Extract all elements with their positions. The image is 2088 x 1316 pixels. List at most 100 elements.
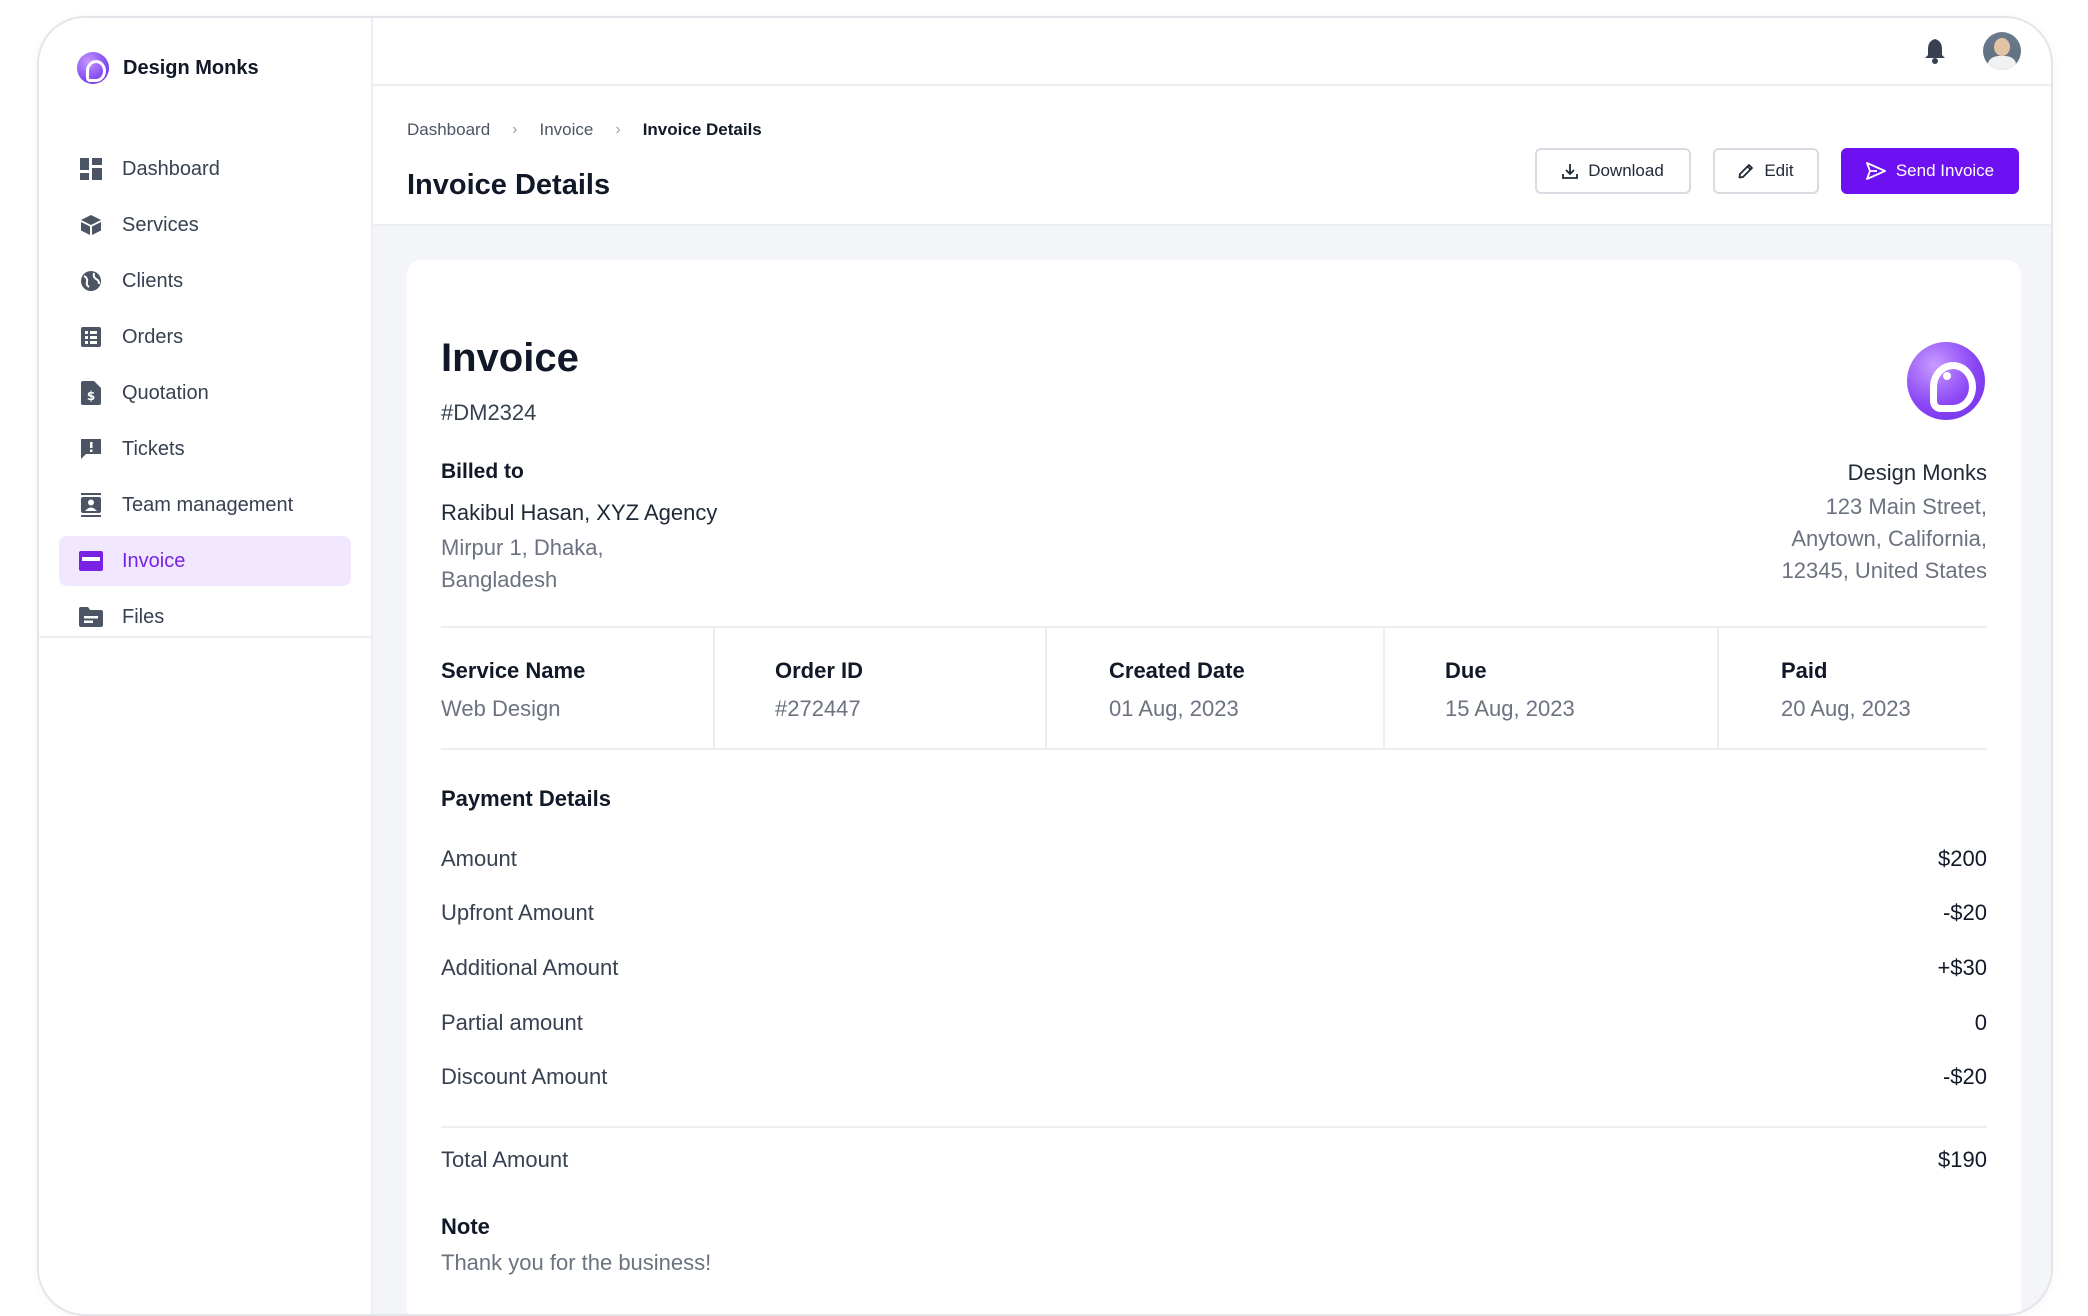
sidebar-item-dashboard[interactable]: Dashboard: [59, 144, 351, 194]
meta-value: 20 Aug, 2023: [1781, 696, 1911, 721]
dollar-file-icon: $: [79, 381, 103, 405]
note-label: Note: [441, 1214, 490, 1239]
payment-label: Partial amount: [441, 1010, 583, 1035]
payment-row-total: Total Amount $190: [441, 1147, 1987, 1173]
invoice-card: Invoice #DM2324 Billed to Rakibul Hasan,…: [407, 260, 2021, 1314]
sidebar-item-services[interactable]: Services: [59, 200, 351, 250]
sidebar-item-orders[interactable]: Orders: [59, 312, 351, 362]
company-name: Design Monks: [1847, 460, 1987, 485]
invoice-number: #DM2324: [441, 400, 537, 425]
meta-value: 15 Aug, 2023: [1445, 696, 1575, 721]
payment-row-partial: Partial amount 0: [441, 1010, 1987, 1036]
sidebar-item-team-management[interactable]: Team management: [59, 480, 351, 530]
payment-value: -$20: [1942, 900, 1987, 925]
sidebar-item-label: Files: [122, 605, 165, 628]
note-text: Thank you for the business!: [441, 1250, 712, 1275]
billed-to-address-line2: Bangladesh: [441, 567, 558, 592]
billed-to-label: Billed to: [441, 460, 524, 483]
sidebar-item-label: Team management: [122, 493, 294, 516]
credit-card-icon: [79, 549, 103, 573]
company-address-line1: 123 Main Street,: [1825, 494, 1987, 519]
breadcrumb: Dashboard › Invoice › Invoice Details: [407, 120, 762, 140]
meta-created-date: Created Date 01 Aug, 2023: [1047, 628, 1385, 748]
invoice-title: Invoice: [441, 336, 579, 380]
payment-label: Additional Amount: [441, 955, 619, 980]
meta-due: Due 15 Aug, 2023: [1385, 628, 1719, 748]
avatar[interactable]: [1983, 32, 2021, 70]
send-invoice-label: Send Invoice: [1895, 161, 1995, 180]
main-content: Invoice #DM2324 Billed to Rakibul Hasan,…: [373, 226, 2051, 1314]
meta-value: #272447: [775, 696, 861, 721]
payment-value: -$20: [1942, 1064, 1987, 1089]
page-title: Invoice Details: [407, 169, 611, 201]
payment-row-additional: Additional Amount +$30: [441, 955, 1987, 981]
sidebar-nav: Dashboard Services Clients Orders $ Quot…: [59, 144, 351, 648]
meta-label: Paid: [1781, 658, 1828, 683]
brand[interactable]: Design Monks: [77, 52, 259, 84]
payment-value: $200: [1938, 846, 1987, 871]
meta-label: Service Name: [441, 658, 586, 683]
download-icon: [1562, 164, 1579, 179]
sidebar-divider: [39, 636, 373, 638]
payment-row-amount: Amount $200: [441, 846, 1987, 872]
invoice-meta-table: Service Name Web Design Order ID #272447…: [441, 626, 1987, 750]
page-header: Dashboard › Invoice › Invoice Details In…: [373, 86, 2051, 226]
list-icon: [79, 325, 103, 349]
bell-icon[interactable]: [1923, 38, 1947, 64]
top-bar: [373, 18, 2051, 86]
payment-label: Upfront Amount: [441, 900, 594, 925]
download-button[interactable]: Download: [1535, 148, 1691, 194]
sidebar-item-label: Clients: [122, 269, 184, 292]
sidebar-item-label: Dashboard: [122, 157, 220, 180]
meta-paid: Paid 20 Aug, 2023: [1719, 628, 1987, 748]
chevron-right-icon: ›: [512, 121, 518, 138]
sidebar-item-label: Quotation: [122, 381, 209, 404]
meta-value: 01 Aug, 2023: [1109, 696, 1239, 721]
breadcrumb-current: Invoice Details: [642, 120, 762, 139]
sidebar-item-invoice[interactable]: Invoice: [59, 536, 351, 586]
payment-value: 0: [1974, 1010, 1987, 1035]
payment-value: +$30: [1937, 955, 1987, 980]
chevron-right-icon: ›: [615, 121, 621, 138]
sidebar-item-label: Tickets: [122, 437, 185, 460]
box-icon: [79, 213, 103, 237]
meta-value: Web Design: [441, 696, 561, 721]
total-label: Total Amount: [441, 1147, 569, 1172]
company-address-line3: 12345, United States: [1781, 558, 1987, 583]
sidebar-item-quotation[interactable]: $ Quotation: [59, 368, 351, 418]
brand-logo-icon: [77, 52, 109, 84]
company-logo-icon: [1907, 342, 1985, 420]
payment-row-discount: Discount Amount -$20: [441, 1064, 1987, 1090]
sidebar: Design Monks Dashboard Services Clients: [39, 18, 373, 1314]
sidebar-item-label: Invoice: [122, 549, 186, 572]
meta-label: Due: [1445, 658, 1487, 683]
total-value: $190: [1938, 1147, 1987, 1172]
payment-label: Amount: [441, 846, 517, 871]
company-address-line2: Anytown, California,: [1791, 526, 1987, 551]
message-alert-icon: [79, 437, 103, 461]
sidebar-item-files[interactable]: Files: [59, 592, 351, 642]
sidebar-item-label: Services: [122, 213, 199, 236]
meta-label: Order ID: [775, 658, 864, 683]
sidebar-item-tickets[interactable]: Tickets: [59, 424, 351, 474]
breadcrumb-dashboard[interactable]: Dashboard: [407, 120, 490, 140]
payment-details-title: Payment Details: [441, 786, 611, 811]
brand-name: Design Monks: [123, 56, 259, 79]
meta-service: Service Name Web Design: [441, 628, 715, 748]
payment-row-upfront: Upfront Amount -$20: [441, 900, 1987, 926]
send-icon: [1865, 162, 1886, 180]
breadcrumb-invoice[interactable]: Invoice: [540, 120, 594, 140]
billed-to-name: Rakibul Hasan, XYZ Agency: [441, 500, 718, 525]
sidebar-item-clients[interactable]: Clients: [59, 256, 351, 306]
meta-label: Created Date: [1109, 658, 1245, 683]
contact-card-icon: [79, 493, 103, 517]
sidebar-item-label: Orders: [122, 325, 184, 348]
header-actions: Download Edit Send Invoice: [1535, 148, 2019, 194]
edit-label: Edit: [1764, 161, 1794, 180]
send-invoice-button[interactable]: Send Invoice: [1841, 148, 2019, 194]
app-window: Design Monks Dashboard Services Clients: [37, 16, 2053, 1316]
edit-button[interactable]: Edit: [1713, 148, 1819, 194]
payment-divider: [441, 1126, 1987, 1128]
meta-order-id: Order ID #272447: [715, 628, 1047, 748]
folder-icon: [79, 605, 103, 629]
